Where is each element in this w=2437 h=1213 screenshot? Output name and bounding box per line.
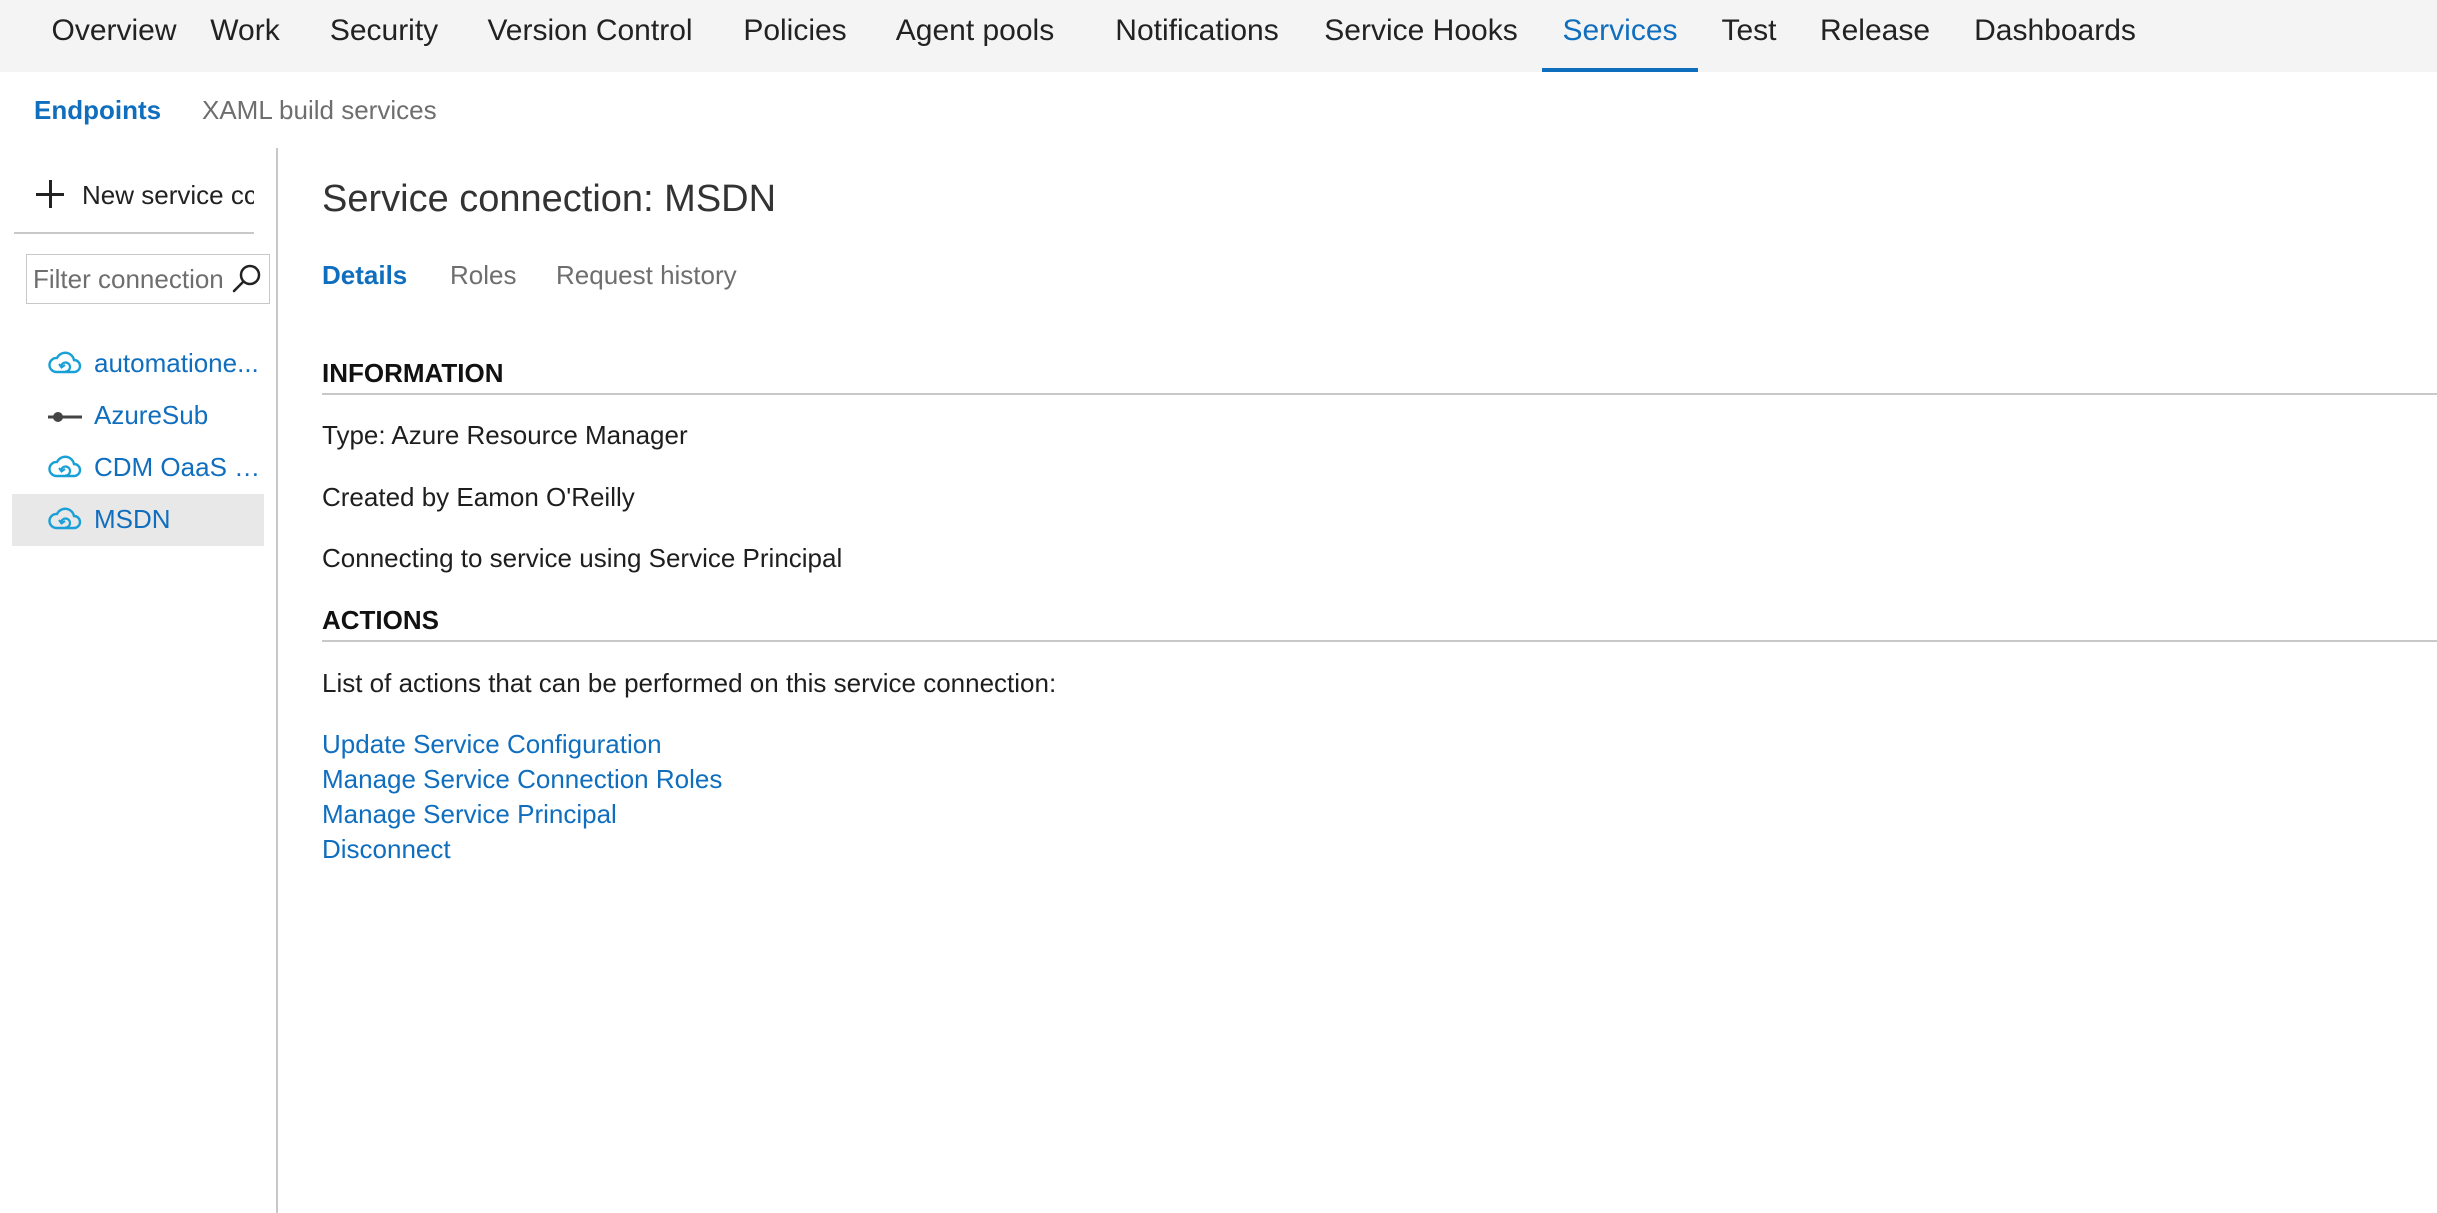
connection-details: Service connection: MSDN Details Roles R… [322, 148, 2437, 1213]
tab-version-control[interactable]: Version Control [470, 0, 710, 72]
connections-panel: New service cc automatione... AzureSub C… [0, 148, 278, 1213]
plus-icon [34, 178, 68, 212]
connection-name: AzureSub [94, 400, 209, 430]
update-service-configuration-link[interactable]: Update Service Configuration [322, 729, 662, 760]
subtab-xaml-build-services[interactable]: XAML build services [202, 95, 437, 126]
tab-overview[interactable]: Overview [22, 0, 206, 72]
actions-heading: ACTIONS [322, 605, 2437, 642]
tab-service-hooks[interactable]: Service Hooks [1318, 0, 1524, 72]
tab-roles[interactable]: Roles [450, 260, 516, 291]
tab-dashboards[interactable]: Dashboards [1966, 0, 2144, 72]
connection-name: automatione... [94, 348, 259, 378]
subtab-endpoints[interactable]: Endpoints [34, 95, 161, 126]
tab-policies[interactable]: Policies [726, 0, 864, 72]
created-by: Created by Eamon O'Reilly [322, 482, 635, 512]
cloud-sync-icon [48, 507, 82, 530]
filter-connections-input[interactable] [27, 255, 227, 303]
connection-item-automation[interactable]: automatione... [12, 338, 264, 390]
tab-agent-pools[interactable]: Agent pools [876, 0, 1074, 72]
tab-release[interactable]: Release [1816, 0, 1934, 72]
top-nav-bar: Overview Work Security Version Control P… [0, 0, 2437, 72]
panel-divider[interactable] [276, 148, 278, 1213]
connection-name: MSDN [94, 504, 171, 534]
manage-service-principal-link[interactable]: Manage Service Principal [322, 799, 617, 830]
actions-intro: List of actions that can be performed on… [322, 668, 1057, 698]
cloud-sync-icon [48, 455, 82, 478]
tab-details[interactable]: Details [322, 260, 407, 291]
tab-services[interactable]: Services [1542, 0, 1698, 72]
connection-item-azuresub[interactable]: AzureSub [12, 390, 264, 442]
connection-item-cdm-oaas[interactable]: CDM OaaS P... [12, 442, 264, 494]
disconnect-link[interactable]: Disconnect [322, 834, 451, 865]
manage-service-connection-roles-link[interactable]: Manage Service Connection Roles [322, 764, 722, 795]
tab-request-history[interactable]: Request history [556, 260, 737, 291]
key-connector-icon [48, 412, 82, 422]
search-icon[interactable] [231, 263, 263, 295]
filter-box [26, 254, 270, 304]
new-service-connection-label: New service cc [82, 180, 254, 210]
cloud-sync-icon [48, 351, 82, 374]
connection-item-msdn[interactable]: MSDN [12, 494, 264, 546]
tab-notifications[interactable]: Notifications [1096, 0, 1298, 72]
tab-security[interactable]: Security [308, 0, 460, 72]
connection-name: CDM OaaS P... [94, 452, 264, 482]
page-title: Service connection: MSDN [322, 178, 777, 220]
connection-type: Type: Azure Resource Manager [322, 420, 688, 450]
connection-method: Connecting to service using Service Prin… [322, 543, 843, 573]
information-heading: INFORMATION [322, 358, 2437, 395]
new-service-connection-button[interactable]: New service cc [14, 168, 254, 234]
tab-test[interactable]: Test [1712, 0, 1786, 72]
tab-work[interactable]: Work [196, 0, 294, 72]
